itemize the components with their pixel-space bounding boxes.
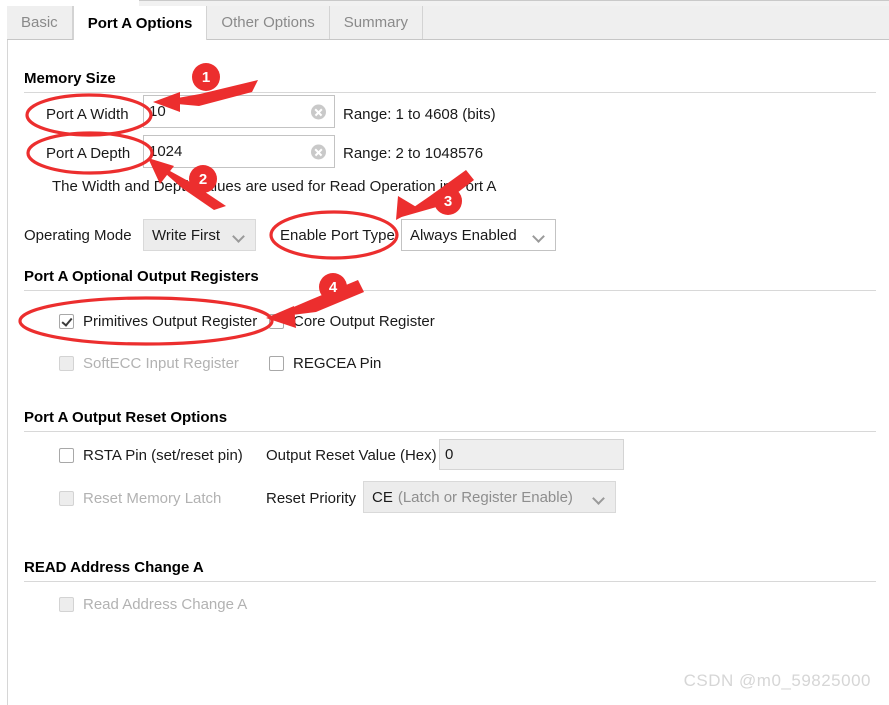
tab-port-a-options-label: Port A Options (87, 15, 193, 32)
memory-size-note: The Width and Depth values are used for … (52, 178, 497, 195)
checkbox-primitives-output-register[interactable]: Primitives Output Register (59, 313, 257, 330)
output-reset-value-input[interactable]: 0 (439, 439, 624, 470)
tab-summary-label: Summary (343, 14, 408, 31)
checkbox-primitives-output-register-label: Primitives Output Register (83, 313, 258, 330)
chevron-down-icon (594, 494, 605, 501)
checkbox-box-icon[interactable] (269, 314, 284, 329)
section-title-output-reset-options: Port A Output Reset Options (24, 409, 228, 426)
reset-priority-value: CE (372, 488, 393, 506)
checkbox-core-output-register[interactable]: Core Output Register (269, 313, 435, 330)
checkbox-read-address-change-a-label: Read Address Change A (83, 596, 248, 613)
tab-other-options-label: Other Options (221, 14, 315, 31)
port-a-depth-input[interactable]: 1024 (143, 135, 335, 168)
output-reset-value-text: 0 (445, 446, 454, 463)
port-a-width-label: Port A Width (46, 106, 129, 123)
operating-mode-label: Operating Mode (24, 227, 132, 244)
checkbox-regcea-pin-label: REGCEA Pin (293, 355, 382, 372)
checkbox-rsta-pin-label: RSTA Pin (set/reset pin) (83, 447, 243, 464)
tab-other-options[interactable]: Other Options (207, 6, 330, 39)
tab-basic[interactable]: Basic (7, 6, 73, 39)
enable-port-type-combo[interactable]: Always Enabled (401, 219, 556, 251)
reset-priority-combo[interactable]: CE (Latch or Register Enable) (363, 481, 616, 513)
port-a-width-value: 10 (149, 103, 166, 120)
checkbox-read-address-change-a: Read Address Change A (59, 596, 247, 613)
checkbox-softecc-input-register: SoftECC Input Register (59, 355, 239, 372)
reset-priority-value-detail: (Latch or Register Enable) (397, 488, 573, 506)
clear-circle-icon[interactable] (311, 144, 326, 159)
checkbox-reset-memory-latch: Reset Memory Latch (59, 490, 221, 507)
section-rule-memory-size (24, 92, 876, 93)
checkbox-box-icon[interactable] (269, 356, 284, 371)
port-a-depth-range-hint: Range: 2 to 1048576 (343, 145, 484, 162)
checkbox-reset-memory-latch-label: Reset Memory Latch (83, 490, 222, 507)
checkbox-box-icon[interactable] (59, 314, 74, 329)
tab-bar-filler (423, 6, 889, 39)
checkbox-core-output-register-label: Core Output Register (293, 313, 435, 330)
operating-mode-combo[interactable]: Write First (143, 219, 256, 251)
checkbox-softecc-input-register-label: SoftECC Input Register (83, 355, 239, 372)
chevron-down-icon (534, 232, 545, 239)
chevron-down-icon (234, 232, 245, 239)
checkbox-box-icon (59, 356, 74, 371)
tab-summary[interactable]: Summary (330, 6, 423, 39)
enable-port-type-value: Always Enabled (410, 226, 517, 244)
port-a-width-range-hint: Range: 1 to 4608 (bits) (343, 106, 496, 123)
checkbox-box-icon[interactable] (59, 448, 74, 463)
port-a-depth-label: Port A Depth (46, 145, 131, 162)
checkbox-box-icon (59, 491, 74, 506)
section-rule-optional-output-registers (24, 290, 876, 291)
watermark: CSDN @m0_59825000 (683, 671, 871, 690)
tab-bar: Basic Port A Options Other Options Summa… (7, 6, 889, 41)
checkbox-regcea-pin[interactable]: REGCEA Pin (269, 355, 381, 372)
checkbox-rsta-pin[interactable]: RSTA Pin (set/reset pin) (59, 447, 243, 464)
port-a-options-panel: Memory Size Port A Width 10 Range: 1 to … (7, 40, 889, 705)
reset-priority-label: Reset Priority (266, 490, 357, 507)
port-a-depth-value: 1024 (149, 143, 183, 160)
tab-port-a-options[interactable]: Port A Options (72, 6, 208, 41)
section-rule-read-address-change (24, 581, 876, 582)
operating-mode-value: Write First (152, 226, 221, 244)
section-title-memory-size: Memory Size (24, 70, 116, 87)
checkbox-box-icon (59, 597, 74, 612)
section-title-optional-output-registers: Port A Optional Output Registers (24, 268, 259, 285)
section-title-read-address-change: READ Address Change A (24, 559, 204, 576)
tab-basic-label: Basic (21, 14, 58, 31)
port-a-width-input[interactable]: 10 (143, 95, 335, 128)
output-reset-value-label: Output Reset Value (Hex) (266, 447, 437, 464)
enable-port-type-label: Enable Port Type (280, 227, 395, 244)
section-rule-output-reset-options (24, 431, 876, 432)
clear-circle-icon[interactable] (311, 104, 326, 119)
